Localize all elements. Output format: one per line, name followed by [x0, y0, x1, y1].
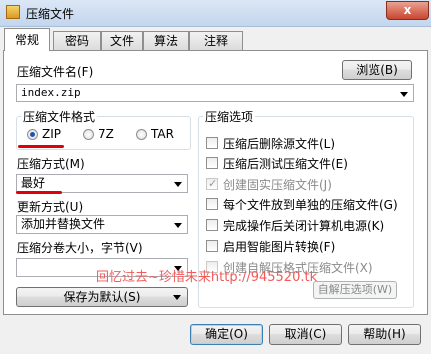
label-solid-archive[interactable]: 创建固实压缩文件(J) [223, 176, 332, 193]
chevron-down-icon [174, 182, 182, 187]
checkbox-solid-archive[interactable]: ✓ [206, 177, 218, 190]
checkmark-icon: ✓ [208, 177, 218, 190]
checkbox-shutdown[interactable] [206, 219, 218, 231]
annotation-underline [18, 145, 64, 148]
checkbox-smart-image[interactable] [206, 240, 218, 252]
checkbox-delete-source[interactable] [206, 137, 218, 149]
chevron-down-icon [174, 223, 182, 228]
label-smart-image[interactable]: 启用智能图片转换(F) [223, 238, 335, 255]
close-button[interactable]: x [386, 1, 429, 20]
window-title: 压缩文件 [26, 7, 75, 21]
archive-name-label: 压缩文件名(F) [17, 65, 94, 79]
annotation-underline [16, 191, 62, 194]
checkbox-separate-archives[interactable] [206, 198, 218, 210]
title-bar: 压缩文件 x [0, 0, 431, 27]
tab-files[interactable]: 文件 [101, 31, 143, 50]
label-shutdown[interactable]: 完成操作后关闭计算机电源(K) [223, 217, 384, 234]
radio-zip-label[interactable]: ZIP [42, 127, 61, 141]
format-group-title: 压缩文件格式 [21, 108, 98, 125]
tab-algorithm[interactable]: 算法 [143, 31, 189, 50]
cancel-button[interactable]: 取消(C) [269, 324, 342, 345]
radio-tar[interactable] [136, 129, 147, 140]
label-test-archive[interactable]: 压缩后测试压缩文件(E) [223, 155, 348, 172]
options-group-title: 压缩选项 [203, 108, 256, 125]
update-select[interactable]: 添加并替换文件 [16, 215, 188, 234]
help-button[interactable]: 帮助(H) [348, 324, 421, 345]
tab-general[interactable]: 常规 [4, 28, 50, 51]
radio-zip[interactable] [27, 129, 38, 140]
tab-comment[interactable]: 注释 [189, 31, 243, 50]
radio-7z-label[interactable]: 7Z [98, 127, 114, 141]
save-default-button[interactable]: 保存为默认(S) [16, 287, 188, 307]
chevron-down-icon[interactable] [400, 92, 408, 97]
browse-button[interactable]: 浏览(B) [342, 60, 412, 80]
ok-button[interactable]: 确定(O) [190, 324, 263, 345]
method-label: 压缩方式(M) [17, 157, 85, 171]
checkbox-test-archive[interactable] [206, 157, 218, 169]
split-size-label: 压缩分卷大小，字节(V) [17, 241, 143, 255]
tab-password[interactable]: 密码 [53, 31, 101, 50]
label-delete-source[interactable]: 压缩后删除源文件(L) [223, 135, 335, 152]
watermark-text: 回忆过去~珍惜未来http://945520.tk [96, 270, 318, 285]
close-icon: x [403, 3, 412, 17]
radio-7z[interactable] [83, 129, 94, 140]
label-separate-archives[interactable]: 每个文件放到单独的压缩文件(G) [223, 196, 398, 213]
chevron-down-icon [173, 295, 181, 300]
archive-name-input[interactable]: index.zip [16, 84, 414, 102]
radio-tar-label[interactable]: TAR [151, 127, 174, 141]
update-label: 更新方式(U) [17, 200, 84, 214]
sfx-options-button[interactable]: 自解压选项(W) [313, 281, 397, 299]
archive-app-icon [6, 5, 20, 19]
